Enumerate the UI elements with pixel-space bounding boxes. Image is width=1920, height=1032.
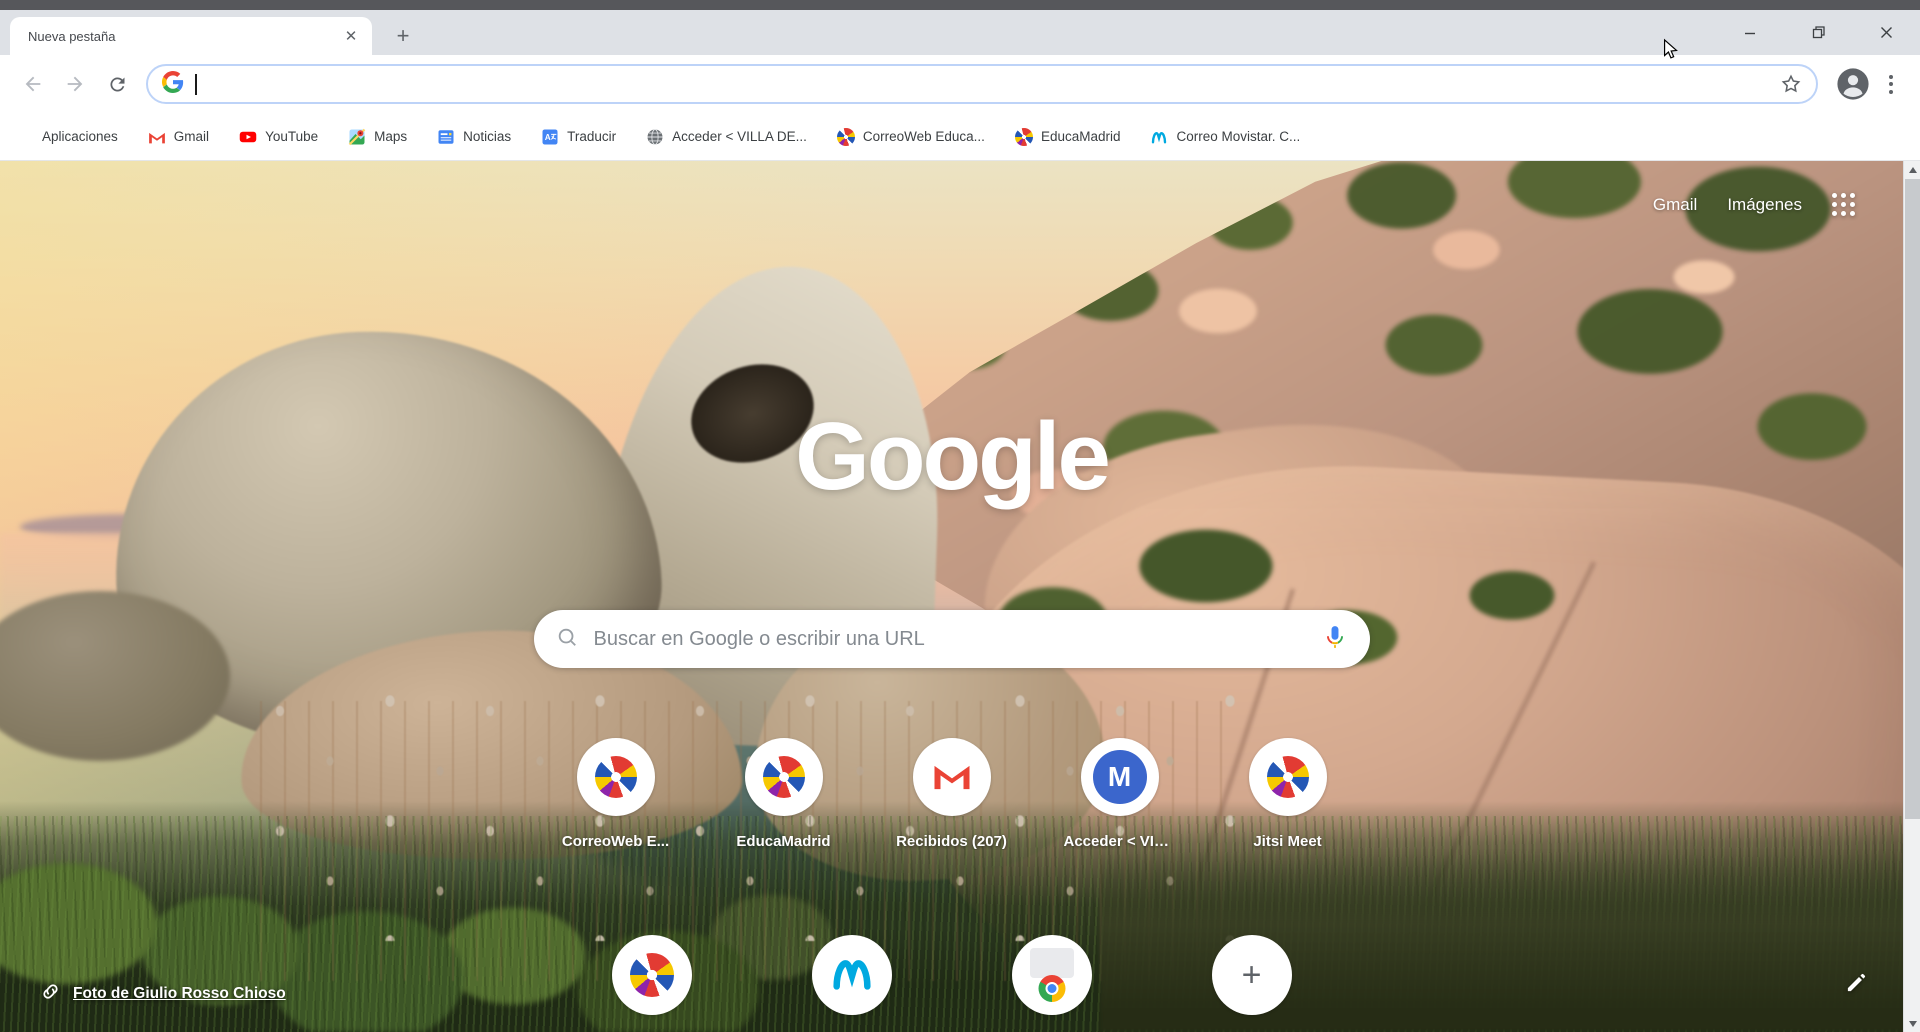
educamadrid-icon bbox=[629, 953, 674, 997]
link-icon bbox=[40, 981, 61, 1007]
browser-menu-button[interactable] bbox=[1876, 63, 1906, 105]
svg-text:A: A bbox=[545, 133, 551, 142]
bookmark-star-icon[interactable] bbox=[1780, 73, 1802, 95]
image-placeholder bbox=[1029, 948, 1074, 978]
add-shortcut-icon: + bbox=[1241, 956, 1262, 994]
minimize-button[interactable] bbox=[1716, 10, 1784, 55]
window-controls bbox=[1716, 10, 1920, 55]
bookmark-label: EducaMadrid bbox=[1040, 129, 1121, 144]
close-window-button[interactable] bbox=[1852, 10, 1920, 55]
shortcut-recibidos[interactable]: Recibidos (207) bbox=[896, 738, 1008, 850]
educamadrid-icon bbox=[762, 756, 805, 798]
shortcut-movistar[interactable] bbox=[796, 935, 908, 1015]
bookmark-noticias[interactable]: Noticias bbox=[437, 128, 511, 146]
shortcut-jitsi[interactable]: Jitsi Meet bbox=[1232, 738, 1344, 850]
search-bar[interactable] bbox=[533, 610, 1370, 668]
shortcut-chrome-page[interactable] bbox=[996, 935, 1108, 1015]
bookmark-youtube[interactable]: YouTube bbox=[239, 128, 318, 146]
shortcut-label: Jitsi Meet bbox=[1253, 833, 1322, 850]
bookmark-label: YouTube bbox=[265, 129, 319, 144]
chrome-icon bbox=[1038, 975, 1065, 1002]
gmail-link[interactable]: Gmail bbox=[1653, 195, 1697, 215]
gmail-icon bbox=[932, 760, 972, 795]
bookmark-label: Aplicaciones bbox=[42, 129, 118, 144]
bookmark-label: Acceder < VILLA DE... bbox=[672, 129, 807, 144]
movistar-icon bbox=[829, 950, 875, 1001]
profile-avatar[interactable] bbox=[1836, 67, 1870, 101]
bookmark-maps[interactable]: Maps bbox=[348, 128, 407, 146]
bookmark-label: Noticias bbox=[463, 129, 512, 144]
imagenes-link[interactable]: Imágenes bbox=[1727, 195, 1802, 215]
window-frame-strip bbox=[0, 0, 1920, 10]
shortcut-educamadrid-2[interactable] bbox=[596, 935, 708, 1015]
bookmark-label: Maps bbox=[374, 129, 408, 144]
voice-search-icon[interactable] bbox=[1322, 624, 1348, 655]
restore-button[interactable] bbox=[1784, 10, 1852, 55]
tab-nueva-pestana[interactable]: Nueva pestaña ✕ bbox=[10, 17, 372, 55]
page-header: Gmail Imágenes bbox=[1653, 193, 1855, 216]
back-button[interactable] bbox=[12, 63, 54, 105]
photo-attribution-link[interactable]: Foto de Giulio Rosso Chioso bbox=[40, 981, 286, 1007]
google-favicon bbox=[162, 70, 184, 98]
bookmark-gmail[interactable]: Gmail bbox=[148, 128, 209, 146]
globe-icon bbox=[646, 128, 664, 146]
news-icon bbox=[437, 128, 455, 146]
bookmark-label: CorreoWeb Educa... bbox=[862, 129, 985, 144]
movistar-icon bbox=[1150, 128, 1168, 146]
educamadrid-icon bbox=[594, 756, 637, 798]
scrollbar-thumb[interactable] bbox=[1905, 179, 1920, 819]
shortcut-acceder-villa[interactable]: M Acceder < VIL... bbox=[1064, 738, 1176, 850]
bookmark-traducir[interactable]: A Traducir bbox=[541, 128, 616, 146]
attribution-text: Foto de Giulio Rosso Chioso bbox=[73, 985, 286, 1002]
omnibox[interactable] bbox=[146, 64, 1818, 104]
bookmark-educamadrid[interactable]: EducaMadrid bbox=[1014, 127, 1121, 146]
bookmark-label: Traducir bbox=[567, 129, 617, 144]
tab-title: Nueva pestaña bbox=[28, 28, 116, 44]
customize-background-button[interactable] bbox=[1845, 971, 1868, 999]
scrollbar-up-button[interactable] bbox=[1904, 161, 1920, 178]
bookmark-label: Gmail bbox=[173, 129, 210, 144]
gmail-icon bbox=[148, 128, 166, 146]
bookmark-correo-movistar[interactable]: Correo Movistar. C... bbox=[1150, 128, 1300, 146]
new-tab-button[interactable]: + bbox=[388, 21, 418, 51]
shortcut-educamadrid[interactable]: EducaMadrid bbox=[728, 738, 840, 850]
maps-icon bbox=[348, 128, 366, 146]
scrollbar-down-button[interactable] bbox=[1904, 1015, 1920, 1032]
omnibox-input[interactable] bbox=[196, 75, 1780, 93]
shortcut-correoweb[interactable]: CorreoWeb E... bbox=[560, 738, 672, 850]
google-logo: Google bbox=[795, 403, 1111, 510]
bookmarks-bar: Aplicaciones Gmail YouTube Maps Noticias… bbox=[0, 113, 1920, 161]
shortcut-label: EducaMadrid bbox=[736, 833, 831, 850]
shortcut-label: CorreoWeb E... bbox=[561, 833, 670, 850]
search-icon bbox=[556, 626, 578, 653]
search-input[interactable] bbox=[593, 627, 1306, 651]
bookmark-label: Correo Movistar. C... bbox=[1176, 129, 1301, 144]
shortcut-label: Recibidos (207) bbox=[896, 833, 1007, 850]
google-apps-icon[interactable] bbox=[1832, 193, 1855, 216]
moodle-m-icon: M bbox=[1092, 750, 1147, 804]
toolbar bbox=[0, 55, 1920, 113]
educamadrid-icon bbox=[836, 127, 855, 146]
educamadrid-icon bbox=[1014, 127, 1033, 146]
reload-button[interactable] bbox=[96, 63, 138, 105]
new-tab-page: Gmail Imágenes Google Buscar en Google o… bbox=[0, 161, 1920, 1032]
add-shortcut-button[interactable]: + bbox=[1196, 935, 1308, 1015]
tab-close-icon[interactable]: ✕ bbox=[340, 25, 362, 47]
bookmark-acceder-villa[interactable]: Acceder < VILLA DE... bbox=[646, 128, 807, 146]
shortcut-tiles: CorreoWeb E... EducaMadrid Recibidos (20… bbox=[0, 738, 1903, 850]
scrollbar[interactable] bbox=[1903, 161, 1920, 1032]
shortcut-label: Acceder < VIL... bbox=[1063, 833, 1176, 850]
bookmark-correoweb-educa[interactable]: CorreoWeb Educa... bbox=[836, 127, 985, 146]
translate-icon: A bbox=[541, 128, 559, 146]
youtube-icon bbox=[239, 128, 257, 146]
forward-button[interactable] bbox=[54, 63, 96, 105]
bookmark-aplicaciones[interactable]: Aplicaciones bbox=[16, 128, 118, 146]
tab-strip: Nueva pestaña ✕ + bbox=[0, 10, 1920, 55]
browser-window: Nueva pestaña ✕ + Aplicaciones Gmail You… bbox=[0, 0, 1920, 1032]
ntp-overlay: Gmail Imágenes Google Buscar en Google o… bbox=[0, 161, 1903, 1032]
apps-grid-icon bbox=[16, 128, 34, 146]
educamadrid-icon bbox=[1266, 756, 1309, 798]
